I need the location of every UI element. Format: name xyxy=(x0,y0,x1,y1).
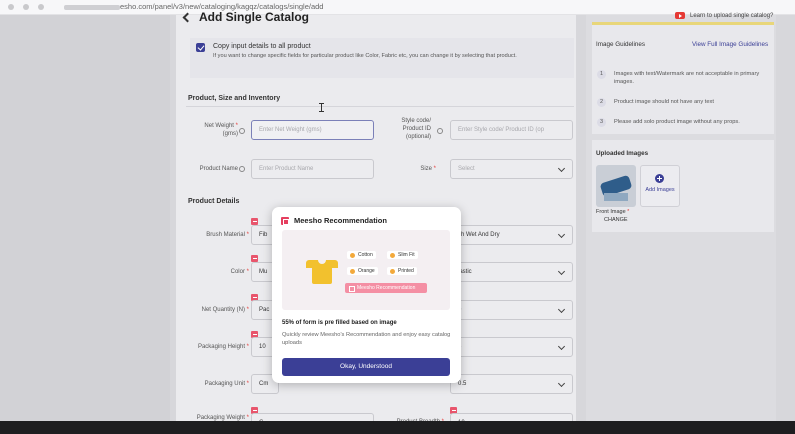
tag-dot-icon xyxy=(350,252,355,258)
net-weight-label: Net Weight * (gms) xyxy=(204,123,238,137)
tag-dot-icon xyxy=(350,268,355,274)
popup-description: Quickly review Meesho's Recommendation a… xyxy=(282,332,451,346)
net-quantity-label: Net Quantity (N) * xyxy=(201,307,249,313)
material-select[interactable]: lastic xyxy=(450,262,573,282)
add-images-label: Add Images xyxy=(645,187,675,193)
size-label: Size * xyxy=(420,166,436,172)
chevron-down-icon xyxy=(557,267,566,276)
tag-chip: Orange xyxy=(347,267,378,275)
guidelines-title: Image Guidelines xyxy=(596,41,646,48)
guideline-number: 1 xyxy=(597,70,606,79)
packaging-unit-label: Packaging Unit * xyxy=(204,381,249,387)
recommendation-badge-icon xyxy=(251,218,258,225)
tshirt-icon xyxy=(306,260,338,284)
brush-type-select[interactable]: ith Wet And Dry xyxy=(450,225,573,245)
guideline-item: Product image should not have any text xyxy=(614,99,714,105)
page-title: Add Single Catalog xyxy=(199,10,310,24)
learn-link[interactable]: Learn to upload single catalog? xyxy=(675,12,773,19)
uploaded-images-title: Uploaded Images xyxy=(596,150,649,157)
popup-header: Meesho Recommendation xyxy=(281,216,387,225)
tag-chip: Cotton xyxy=(347,251,376,259)
tag-chip: Slim Fit xyxy=(387,251,418,259)
okay-understood-button[interactable]: Okay, Understood xyxy=(282,358,450,376)
meesho-logo-icon xyxy=(281,216,289,225)
add-images-button[interactable] xyxy=(640,165,680,207)
right-field-3[interactable]: 0 xyxy=(450,300,573,320)
guideline-item: Images with text/Watermark are not accep… xyxy=(614,71,760,85)
net-weight-input[interactable]: Enter Net Weight (gms) xyxy=(251,120,374,140)
recommendation-badge-icon xyxy=(251,255,258,262)
product-thumbnail[interactable] xyxy=(596,165,636,207)
color-label: Color * xyxy=(230,269,249,275)
info-icon[interactable] xyxy=(239,128,245,134)
info-icon[interactable] xyxy=(239,166,245,172)
section-product-details: Product Details xyxy=(188,198,240,205)
view-guidelines-link[interactable]: View Full Image Guidelines xyxy=(692,41,768,48)
copy-details-description: If you want to change specific fields fo… xyxy=(213,53,517,59)
copy-details-label: Copy input details to all product xyxy=(213,43,311,50)
popup-title: Meesho Recommendation xyxy=(294,216,387,225)
style-code-input[interactable]: Enter Style code/ Product ID (op xyxy=(450,120,573,140)
tag-chip: Printed xyxy=(387,267,417,275)
style-code-label: Style code/Product ID (optional) xyxy=(401,118,431,140)
section-size-inventory: Product, Size and Inventory xyxy=(188,95,281,102)
recommendation-pill: Meesho Recommendation xyxy=(345,283,427,293)
chevron-down-icon xyxy=(557,342,566,351)
chevron-down-icon xyxy=(557,164,566,173)
youtube-icon xyxy=(675,12,685,19)
right-field-4[interactable]: 5 xyxy=(450,337,573,357)
size-select[interactable]: Select xyxy=(450,159,573,179)
info-icon[interactable] xyxy=(437,128,443,134)
page-header: Add Single Catalog xyxy=(182,10,310,24)
chevron-down-icon xyxy=(557,230,566,239)
plus-icon xyxy=(655,174,664,183)
guideline-number: 2 xyxy=(597,98,606,107)
guideline-item: Please add solo product image without an… xyxy=(614,119,740,125)
left-shade xyxy=(0,15,170,434)
tag-dot-icon xyxy=(390,252,395,258)
browser-nav-buttons[interactable] xyxy=(8,4,44,10)
divider xyxy=(186,106,574,107)
chevron-down-icon xyxy=(557,305,566,314)
prefill-stat: 55% of form is pre filled based on image xyxy=(282,320,397,326)
change-image-link[interactable]: CHANGE xyxy=(604,217,628,223)
bottom-frame-band xyxy=(0,421,795,434)
learn-link-text[interactable]: Learn to upload single catalog? xyxy=(690,13,773,19)
right-field-5[interactable]: 0.5 xyxy=(450,374,573,394)
chevron-down-icon xyxy=(557,379,566,388)
packaging-height-label: Packaging Height * xyxy=(197,344,249,350)
tag-dot-icon xyxy=(390,268,395,274)
front-image-label: Front Image * xyxy=(596,209,630,215)
product-name-input[interactable]: Enter Product Name xyxy=(251,159,374,179)
guideline-number: 3 xyxy=(597,118,606,127)
product-name-label: Product Name xyxy=(199,166,238,172)
blurred-host xyxy=(64,5,120,10)
back-arrow-icon[interactable] xyxy=(182,12,193,22)
brush-material-label: Brush Material * xyxy=(206,232,249,238)
copy-details-checkbox[interactable] xyxy=(196,43,205,52)
text-cursor-icon xyxy=(319,103,324,112)
